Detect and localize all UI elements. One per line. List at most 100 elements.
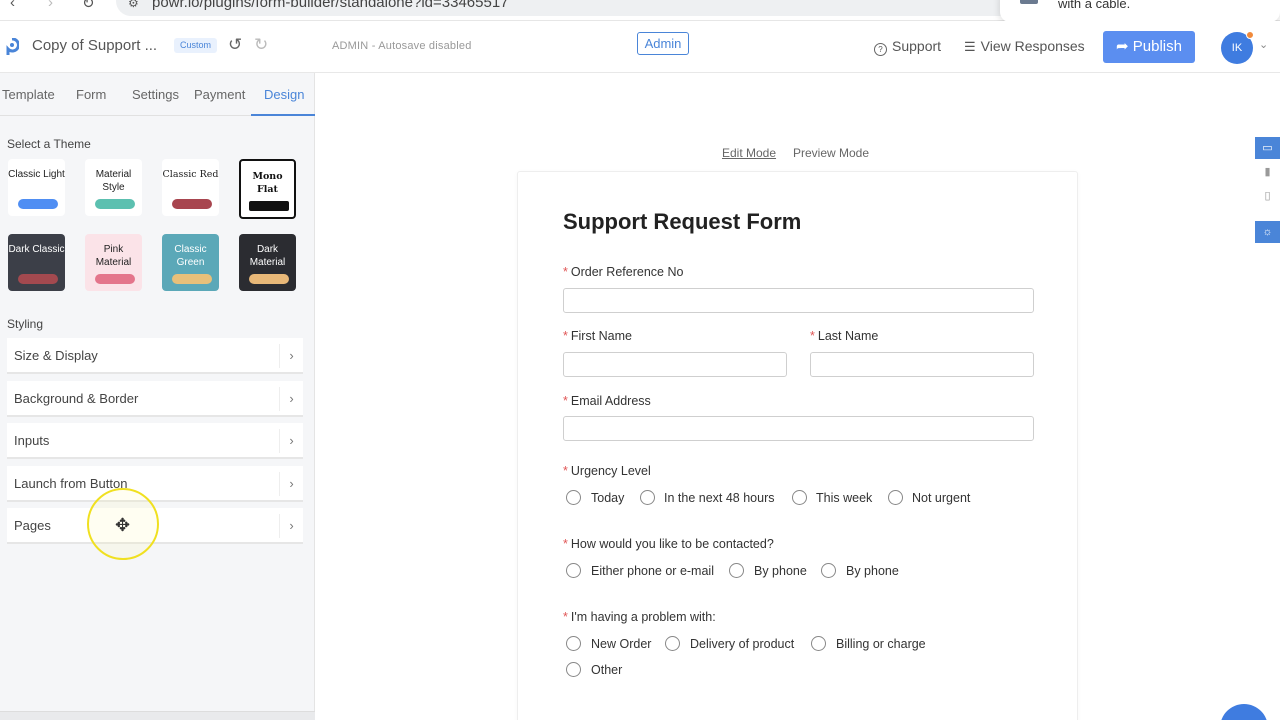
order-ref-input[interactable]: [563, 288, 1034, 313]
form-preview: Support Request Form * Order Reference No…: [517, 171, 1078, 720]
radio-by-phone[interactable]: [729, 563, 744, 578]
forward-icon[interactable]: ›: [48, 0, 53, 11]
theme-dark-material[interactable]: Dark Material: [239, 234, 296, 291]
reload-icon[interactable]: ↻: [82, 0, 95, 12]
edit-mode-link[interactable]: Edit Mode: [722, 146, 776, 160]
theme-name: Mono Flat: [252, 171, 283, 195]
theme-classic-red[interactable]: Classic Red: [162, 159, 219, 216]
styling-launch-from-button[interactable]: Launch from Button ›: [7, 466, 303, 502]
support-link[interactable]: ? Support: [874, 38, 941, 56]
powr-logo-icon: [6, 38, 19, 55]
chevron-down-icon[interactable]: ⌄: [1259, 38, 1268, 51]
tablet-view-icon[interactable]: ▮: [1255, 161, 1280, 183]
active-tab-indicator: [251, 114, 315, 116]
radio-label: In the next 48 hours: [664, 491, 775, 505]
email-text: Email Address: [570, 394, 651, 408]
styling-item-label: Launch from Button: [14, 476, 128, 491]
radio-new-order[interactable]: [566, 636, 581, 651]
first-name-text: First Name: [570, 329, 632, 343]
site-info-icon[interactable]: ⚙: [128, 0, 139, 10]
theme-classic-green[interactable]: Classic Green: [162, 234, 219, 291]
styling-item-label: Background & Border: [14, 391, 139, 406]
chevron-right-icon: ›: [279, 514, 303, 538]
radio-delivery[interactable]: [665, 636, 680, 651]
theme-name: Dark Material: [249, 244, 286, 268]
tab-template[interactable]: Template: [2, 87, 55, 102]
tab-payment[interactable]: Payment: [194, 87, 245, 102]
redo-icon[interactable]: ↻: [254, 35, 268, 55]
theme-swatch: [95, 199, 135, 209]
document-title[interactable]: Copy of Support ...: [32, 37, 157, 54]
list-icon: ☰: [964, 39, 976, 54]
theme-dark-classic[interactable]: Dark Classic: [8, 234, 65, 291]
form-title[interactable]: Support Request Form: [563, 209, 801, 235]
radio-label: By phone: [754, 564, 807, 578]
radio-label: Billing or charge: [836, 637, 926, 651]
lightbulb-icon[interactable]: ☼: [1255, 221, 1280, 243]
styling-background-border[interactable]: Background & Border ›: [7, 381, 303, 417]
notification-dot: [1246, 31, 1254, 39]
theme-name: Classic Red: [162, 169, 219, 180]
last-name-text: Last Name: [817, 329, 879, 343]
required-marker: *: [563, 610, 568, 624]
mobile-view-icon[interactable]: ▯: [1255, 185, 1280, 207]
theme-material-style[interactable]: Material Style: [85, 159, 142, 216]
undo-icon[interactable]: ↺: [228, 35, 242, 55]
theme-swatch: [249, 201, 289, 211]
first-name-input[interactable]: [563, 352, 787, 377]
radio-today[interactable]: [566, 490, 581, 505]
back-icon[interactable]: ‹: [10, 0, 15, 11]
view-responses-link[interactable]: ☰ View Responses: [964, 38, 1085, 55]
view-responses-label: View Responses: [980, 38, 1085, 54]
support-label: Support: [892, 38, 942, 54]
first-name-label: * First Name: [563, 329, 632, 343]
radio-other[interactable]: [566, 662, 581, 677]
theme-name: Classic Light: [8, 169, 65, 180]
theme-swatch: [18, 274, 58, 284]
custom-badge: Custom: [174, 38, 218, 53]
order-ref-label: * Order Reference No: [563, 265, 683, 279]
publish-button[interactable]: ➦ Publish: [1103, 31, 1195, 63]
styling-size-display[interactable]: Size & Display ›: [7, 338, 303, 374]
help-icon: ?: [874, 43, 887, 56]
device-icon: [1020, 0, 1038, 4]
chevron-right-icon: ›: [279, 472, 303, 496]
last-name-input[interactable]: [810, 352, 1034, 377]
url-text[interactable]: powr.io/plugins/form-builder/standalone?…: [152, 0, 509, 11]
desktop-view-icon[interactable]: ▭: [1255, 137, 1280, 159]
theme-name: Classic Green: [174, 244, 207, 268]
tab-form[interactable]: Form: [76, 87, 106, 102]
radio-either[interactable]: [566, 563, 581, 578]
radio-not-urgent[interactable]: [888, 490, 903, 505]
problem-text: I'm having a problem with:: [570, 610, 716, 624]
chevron-right-icon: ›: [279, 387, 303, 411]
theme-swatch: [18, 199, 58, 209]
radio-label: Other: [591, 663, 623, 677]
required-marker: *: [563, 394, 568, 408]
radio-label: Today: [591, 491, 625, 505]
styling-heading: Styling: [7, 317, 44, 331]
admin-button[interactable]: Admin: [637, 32, 689, 55]
sidebar-footer: [0, 711, 315, 720]
theme-mono-flat[interactable]: Mono Flat: [239, 159, 296, 219]
radio-48-hours[interactable]: [640, 490, 655, 505]
preview-mode-link[interactable]: Preview Mode: [793, 146, 869, 160]
theme-pink-material[interactable]: Pink Material: [85, 234, 142, 291]
notification-popup[interactable]: with a cable.: [1000, 0, 1280, 22]
tab-design[interactable]: Design: [264, 87, 304, 102]
tab-settings[interactable]: Settings: [132, 87, 179, 102]
styling-inputs[interactable]: Inputs ›: [7, 423, 303, 459]
problem-label: * I'm having a problem with:: [563, 610, 716, 624]
sidebar-tabs: Template Form Settings Payment Design: [0, 73, 315, 116]
publish-label: Publish: [1132, 38, 1182, 55]
radio-by-phone-2[interactable]: [821, 563, 836, 578]
radio-label: This week: [816, 491, 873, 505]
app-header: Copy of Support ... Custom ↺ ↻ ADMIN - A…: [0, 21, 1280, 73]
email-input[interactable]: [563, 416, 1034, 441]
radio-this-week[interactable]: [792, 490, 807, 505]
radio-billing[interactable]: [811, 636, 826, 651]
required-marker: *: [563, 464, 568, 478]
move-cursor-icon: ✥: [115, 515, 131, 535]
share-icon: ➦: [1116, 38, 1129, 55]
theme-classic-light[interactable]: Classic Light: [8, 159, 65, 216]
